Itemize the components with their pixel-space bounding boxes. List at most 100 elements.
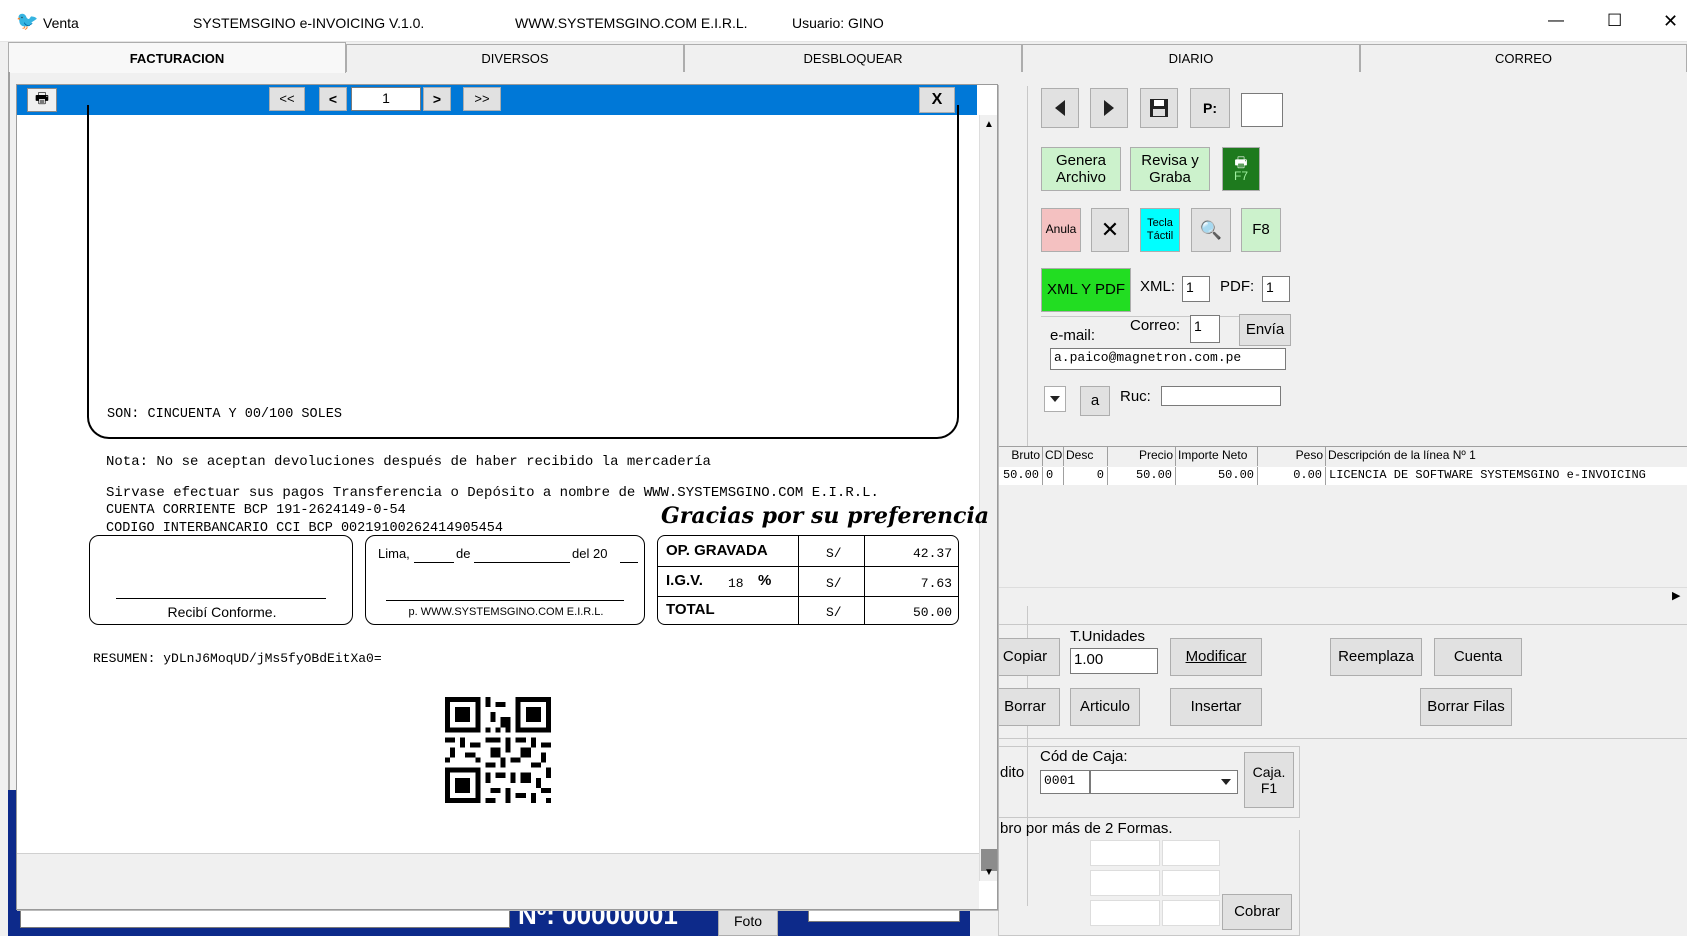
cobro-field-1a[interactable] [1090, 840, 1160, 866]
resumen-hash: RESUMEN: yDLnJ6MoqUD/jMs5fyOBdEitXa0= [93, 651, 382, 666]
foto-button[interactable]: Foto [718, 906, 778, 936]
envia-button[interactable]: Envía [1239, 314, 1291, 346]
prev-record-button[interactable] [1041, 88, 1079, 128]
printer-icon: 🖶 [1234, 154, 1248, 171]
correo-field[interactable]: 1 [1190, 315, 1220, 343]
copiar-button[interactable]: Copiar [990, 638, 1060, 676]
genera-archivo-button[interactable]: Genera Archivo [1041, 147, 1121, 191]
window-app-name: Venta [43, 15, 79, 31]
articulo-button[interactable]: Articulo [1070, 688, 1140, 726]
cod-caja-field[interactable]: 0001 [1040, 770, 1090, 794]
igv-label: I.G.V. [666, 572, 703, 589]
invoice-body-box [87, 105, 959, 439]
close-window-button[interactable]: ✕ [1663, 11, 1678, 32]
f7-label: F7 [1233, 169, 1248, 184]
recibi-box: Recibí Conforme. [89, 535, 353, 625]
preview-footer [17, 853, 979, 909]
tab-correo[interactable]: CORREO [1360, 44, 1687, 72]
igv-value: 7.63 [920, 576, 952, 591]
tab-diversos[interactable]: DIVERSOS [346, 44, 684, 72]
f7-print-button[interactable]: 🖶 F7 [1222, 147, 1260, 191]
cuenta-text: CUENTA CORRIENTE BCP 191-2624149-0-54 [106, 503, 406, 518]
floppy-disk-icon [1150, 99, 1168, 117]
a-button[interactable]: a [1080, 386, 1110, 416]
cod-caja-label: Cód de Caja: [1040, 748, 1128, 765]
email-field[interactable]: a.paico@magnetron.com.pe [1050, 348, 1286, 370]
p-field[interactable] [1241, 93, 1283, 127]
dropdown-arrow-button[interactable] [1044, 386, 1066, 412]
totals-vline-2 [864, 536, 865, 624]
grid-scrollbar[interactable] [998, 587, 1687, 605]
triangle-left-icon [1055, 100, 1065, 116]
grid-cell-importe[interactable]: 50.00 [1176, 467, 1258, 485]
tab-diario[interactable]: DIARIO [1022, 44, 1360, 72]
scroll-up-icon[interactable]: ▲ [984, 119, 994, 130]
window-user: Usuario: GINO [792, 15, 884, 31]
scroll-right-icon[interactable]: ▶ [1672, 589, 1680, 602]
grid-cell-cd[interactable]: 0 [1043, 467, 1064, 485]
xml-field[interactable]: 1 [1182, 276, 1210, 302]
anula-button[interactable]: Anula [1041, 208, 1081, 252]
reemplaza-button[interactable]: Reemplaza [1330, 638, 1422, 676]
grid-cell-precio[interactable]: 50.00 [1108, 467, 1176, 485]
preview-print-button[interactable]: 🖶 [27, 88, 57, 112]
maximize-button[interactable]: ☐ [1607, 11, 1622, 31]
totals-hline-1 [658, 566, 958, 567]
triangle-right-icon [1104, 100, 1114, 116]
printer-icon: 🖶 [34, 89, 50, 107]
cobro-field-2b[interactable] [1162, 870, 1220, 896]
insertar-button[interactable]: Insertar [1170, 688, 1262, 726]
window-product: SYSTEMSGINO e-INVOICING V.1.0. [193, 15, 425, 31]
cuenta-button[interactable]: Cuenta [1434, 638, 1522, 676]
p-button[interactable]: P: [1190, 88, 1230, 128]
next-record-button[interactable] [1090, 88, 1128, 128]
revisa-graba-button[interactable]: Revisa y Graba [1130, 147, 1210, 191]
correo-label: Correo: [1130, 317, 1181, 334]
chevron-down-icon [1050, 396, 1060, 402]
igv-currency: S/ [826, 576, 842, 591]
amount-in-words: SON: CINCUENTA Y 00/100 SOLES [107, 407, 342, 422]
op-gravada-label: OP. GRAVADA [666, 542, 768, 559]
cobro-field-1b[interactable] [1162, 840, 1220, 866]
tab-desbloquear[interactable]: DESBLOQUEAR [684, 44, 1022, 72]
cobro-field-3b[interactable] [1162, 900, 1220, 926]
caja-f1-button[interactable]: Caja. F1 [1244, 752, 1294, 808]
grid-cell-desc[interactable]: 0 [1064, 467, 1108, 485]
tab-facturacion[interactable]: FACTURACION [8, 42, 346, 73]
xml-pdf-button[interactable]: XML Y PDF [1041, 268, 1131, 312]
tecla-tactil-button[interactable]: Tecla Táctil [1140, 208, 1180, 252]
scroll-down-icon[interactable]: ▼ [984, 867, 994, 878]
cancel-x-button[interactable]: ✕ [1091, 208, 1129, 252]
totals-box: OP. GRAVADA S/ 42.37 I.G.V. 18 % S/ 7.63… [657, 535, 959, 625]
lima-blank-1 [414, 562, 454, 563]
grid-header-desc: Desc [1064, 447, 1108, 466]
save-button[interactable] [1140, 88, 1178, 128]
cobro-field-2a[interactable] [1090, 870, 1160, 896]
print-preview-window: 🖶 << < 1 > >> X ▲ ▼ SON: CINCUENTA Y 00/… [16, 84, 998, 910]
minimize-button[interactable]: — [1548, 12, 1564, 30]
caja-select[interactable] [1090, 770, 1238, 794]
recibi-label: Recibí Conforme. [167, 604, 277, 620]
cobro-field-3a[interactable] [1090, 900, 1160, 926]
total-value: 50.00 [912, 605, 952, 620]
grid-header-cd: CD [1043, 447, 1064, 466]
lima-blank-2 [474, 562, 570, 563]
firma-label: p. WWW.SYSTEMSGINO.COM E.I.R.L. [408, 606, 604, 618]
ruc-field[interactable] [1161, 386, 1281, 406]
borrar-filas-button[interactable]: Borrar Filas [1420, 688, 1512, 726]
firma-line [386, 600, 624, 601]
grid-cell-bruto[interactable]: 50.00 [998, 467, 1043, 485]
f8-button[interactable]: F8 [1241, 208, 1281, 252]
del20-label: del 20 [572, 546, 608, 561]
cobrar-button[interactable]: Cobrar [1222, 894, 1292, 930]
grid-cell-peso[interactable]: 0.00 [1258, 467, 1326, 485]
preview-button[interactable]: 🔍 [1191, 208, 1231, 252]
borrar-button[interactable]: Borrar [990, 688, 1060, 726]
preview-vscrollbar[interactable]: ▲ ▼ [979, 115, 997, 881]
pdf-field[interactable]: 1 [1262, 276, 1290, 302]
totals-hline-2 [658, 596, 958, 597]
grid-cell-descripcion[interactable]: LICENCIA DE SOFTWARE SYSTEMSGINO e-INVOI… [1326, 467, 1687, 485]
t-unidades-field[interactable]: 1.00 [1070, 648, 1158, 674]
grid-header-importe: Importe Neto [1176, 447, 1258, 466]
modificar-button[interactable]: Modificar [1170, 638, 1262, 676]
